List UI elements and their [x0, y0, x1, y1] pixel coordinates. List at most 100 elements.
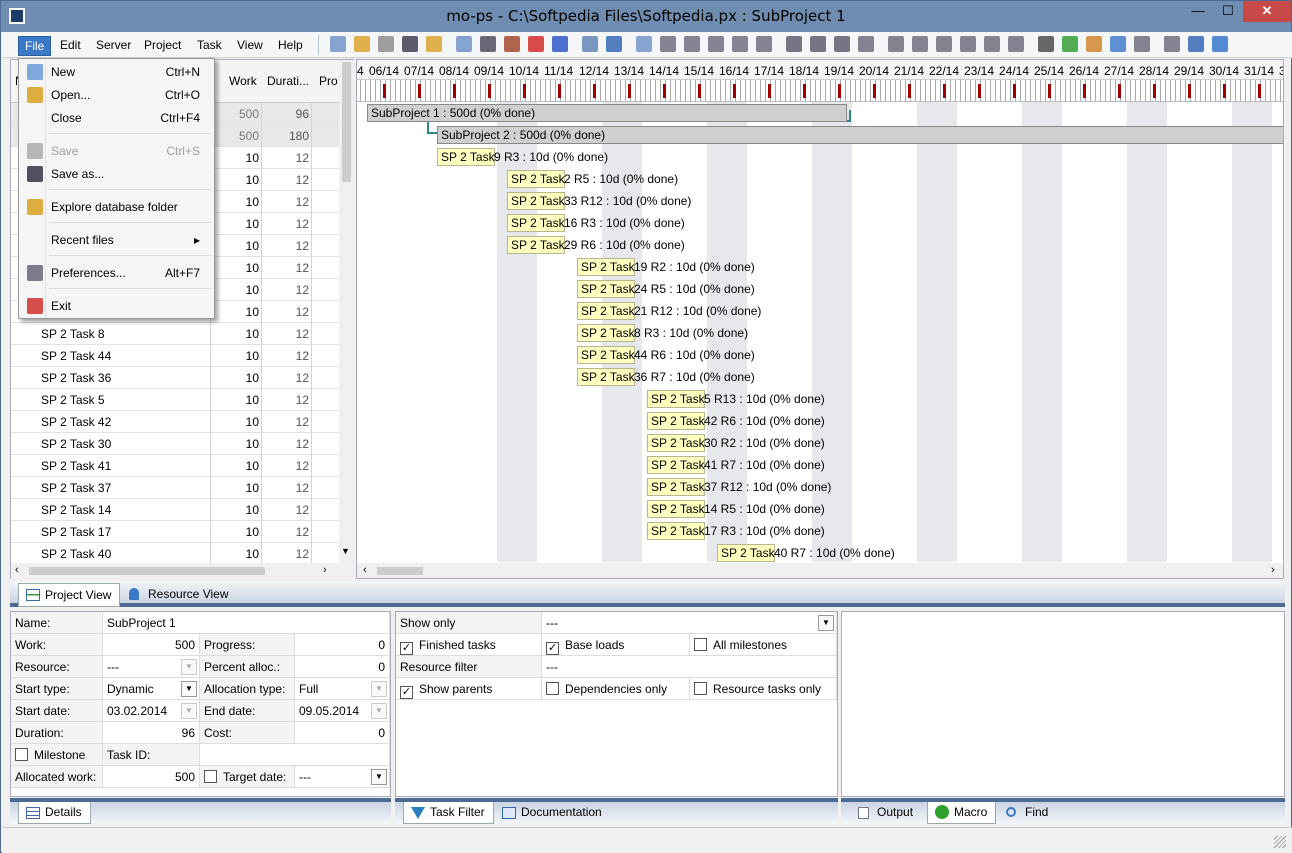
minimize-button[interactable]: —: [1183, 1, 1213, 22]
menu-item-close[interactable]: Close Ctrl+F4: [21, 107, 212, 129]
clipboard-icon[interactable]: [1134, 36, 1150, 52]
explore-icon[interactable]: [426, 36, 442, 52]
table-row[interactable]: SP 2 Task 41 10 12: [11, 455, 339, 477]
duration-field[interactable]: 96: [103, 722, 200, 744]
align-center-icon[interactable]: [810, 36, 826, 52]
task-bar[interactable]: SP 2 Task 14 R5 : 10d (0% done): [647, 500, 825, 518]
print-icon[interactable]: [732, 36, 748, 52]
summary-bar-subproject-2[interactable]: SubProject 2 : 500d (0% done): [437, 126, 1283, 144]
resource-filter-field[interactable]: ---: [542, 656, 837, 678]
chevron-down-icon[interactable]: ▼: [181, 681, 197, 697]
task-bar[interactable]: SP 2 Task 24 R5 : 10d (0% done): [577, 280, 755, 298]
calculator-icon[interactable]: [1038, 36, 1054, 52]
checkbox-box[interactable]: [546, 682, 559, 695]
checkmark-icon[interactable]: ✓: [400, 642, 413, 655]
task-bar[interactable]: SP 2 Task 5 R13 : 10d (0% done): [647, 390, 825, 408]
task-bar[interactable]: SP 2 Task 41 R7 : 10d (0% done): [647, 456, 825, 474]
checkbox-box[interactable]: [694, 682, 707, 695]
menu-item-preferences[interactable]: Preferences... Alt+F7: [21, 262, 212, 284]
scroll-down-icon[interactable]: ▼: [341, 546, 350, 556]
menu-item-new[interactable]: New Ctrl+N: [21, 61, 212, 83]
base-loads-checkbox[interactable]: ✓ Base loads: [542, 634, 690, 656]
progress-field[interactable]: 0: [295, 634, 390, 656]
work-field[interactable]: 500: [103, 634, 200, 656]
task-bar[interactable]: SP 2 Task 16 R3 : 10d (0% done): [507, 214, 685, 232]
level-icon[interactable]: [960, 36, 976, 52]
menu-project[interactable]: Project: [138, 36, 187, 56]
table-row[interactable]: SP 2 Task 5 10 12: [11, 389, 339, 411]
key-icon[interactable]: [660, 36, 676, 52]
scroll-right-icon[interactable]: ›: [1271, 564, 1275, 576]
target-date-select[interactable]: --- ▼: [295, 766, 390, 788]
task-bar[interactable]: SP 2 Task 2 R5 : 10d (0% done): [507, 170, 678, 188]
task-bar[interactable]: SP 2 Task 37 R12 : 10d (0% done): [647, 478, 831, 496]
move-icon[interactable]: [912, 36, 928, 52]
percent-alloc-field[interactable]: 0: [295, 656, 390, 678]
resource-select[interactable]: --- ▼: [103, 656, 200, 678]
scroll-left-icon[interactable]: ‹: [15, 564, 19, 576]
menu-view[interactable]: View: [231, 36, 269, 56]
help-icon[interactable]: [1212, 36, 1228, 52]
table-row[interactable]: SP 2 Task 44 10 12: [11, 345, 339, 367]
move2-icon[interactable]: [936, 36, 952, 52]
tab-project-view[interactable]: Project View: [18, 583, 121, 607]
save-icon[interactable]: [378, 36, 394, 52]
gantt-horizontal-scrollbar[interactable]: ‹ ›: [357, 563, 1283, 578]
grid-vertical-scrollbar[interactable]: ▼: [339, 60, 354, 563]
chevron-down-icon[interactable]: ▼: [818, 615, 834, 631]
table-row[interactable]: SP 2 Task 36 10 12: [11, 367, 339, 389]
undo-icon[interactable]: [582, 36, 598, 52]
menu-item-save-as[interactable]: Save as...: [21, 163, 212, 185]
export-icon[interactable]: [708, 36, 724, 52]
task-bar[interactable]: SP 2 Task 29 R6 : 10d (0% done): [507, 236, 685, 254]
tab-resource-view[interactable]: Resource View: [122, 583, 236, 607]
checkbox-box[interactable]: [15, 748, 28, 761]
chevron-down-icon[interactable]: ▼: [371, 769, 387, 785]
finished-tasks-checkbox[interactable]: ✓ Finished tasks: [396, 634, 542, 656]
tab-task-filter[interactable]: Task Filter: [403, 802, 494, 824]
task-bar[interactable]: SP 2 Task 17 R3 : 10d (0% done): [647, 522, 825, 540]
task-bar[interactable]: SP 2 Task 33 R12 : 10d (0% done): [507, 192, 691, 210]
header-duration[interactable]: Durati...: [267, 74, 309, 88]
calendar-icon[interactable]: [1110, 36, 1126, 52]
paste-icon[interactable]: [504, 36, 520, 52]
tree-icon[interactable]: [858, 36, 874, 52]
name-field[interactable]: SubProject 1: [103, 612, 390, 634]
tree2-icon[interactable]: [888, 36, 904, 52]
menu-help[interactable]: Help: [272, 36, 309, 56]
menu-task[interactable]: Task: [191, 36, 228, 56]
table-row[interactable]: SP 2 Task 8 10 12: [11, 323, 339, 345]
chat-icon[interactable]: [1188, 36, 1204, 52]
checkbox-box[interactable]: [204, 770, 217, 783]
tab-macro[interactable]: Macro: [927, 802, 997, 824]
refresh-icon[interactable]: [636, 36, 652, 52]
copy-icon[interactable]: [456, 36, 472, 52]
dependencies-only-checkbox[interactable]: Dependencies only: [542, 678, 690, 700]
check-icon[interactable]: [1062, 36, 1078, 52]
task-bar[interactable]: SP 2 Task 21 R12 : 10d (0% done): [577, 302, 761, 320]
milestone-checkbox[interactable]: Milestone: [11, 744, 103, 766]
task-bar[interactable]: SP 2 Task 36 R7 : 10d (0% done): [577, 368, 755, 386]
delete-icon[interactable]: [528, 36, 544, 52]
start-date-picker[interactable]: 03.02.2014 ▼: [103, 700, 200, 722]
header-work[interactable]: Work: [229, 74, 257, 88]
menu-item-save[interactable]: Save Ctrl+S: [21, 140, 212, 162]
menu-item-open[interactable]: Open... Ctrl+O: [21, 84, 212, 106]
start-type-select[interactable]: Dynamic ▼: [103, 678, 200, 700]
resize-grip-icon[interactable]: [1274, 836, 1286, 848]
table-row[interactable]: SP 2 Task 37 10 12: [11, 477, 339, 499]
resource-tasks-only-checkbox[interactable]: Resource tasks only: [690, 678, 837, 700]
open-icon[interactable]: [354, 36, 370, 52]
cut-icon[interactable]: [480, 36, 496, 52]
task-bar[interactable]: SP 2 Task 19 R2 : 10d (0% done): [577, 258, 755, 276]
maximize-button[interactable]: ☐: [1213, 1, 1243, 22]
scroll-left-icon[interactable]: ‹: [363, 564, 367, 576]
task-bar[interactable]: SP 2 Task 9 R3 : 10d (0% done): [437, 148, 608, 166]
grid-horizontal-scrollbar[interactable]: ‹ ›: [11, 563, 354, 579]
allocation-type-select[interactable]: Full ▼: [295, 678, 390, 700]
chevron-down-icon[interactable]: ▼: [371, 703, 387, 719]
summary-bar-subproject-1[interactable]: SubProject 1 : 500d (0% done): [367, 104, 847, 122]
align-left-icon[interactable]: [786, 36, 802, 52]
stamp-icon[interactable]: [756, 36, 772, 52]
tab-output[interactable]: Output: [851, 802, 921, 824]
